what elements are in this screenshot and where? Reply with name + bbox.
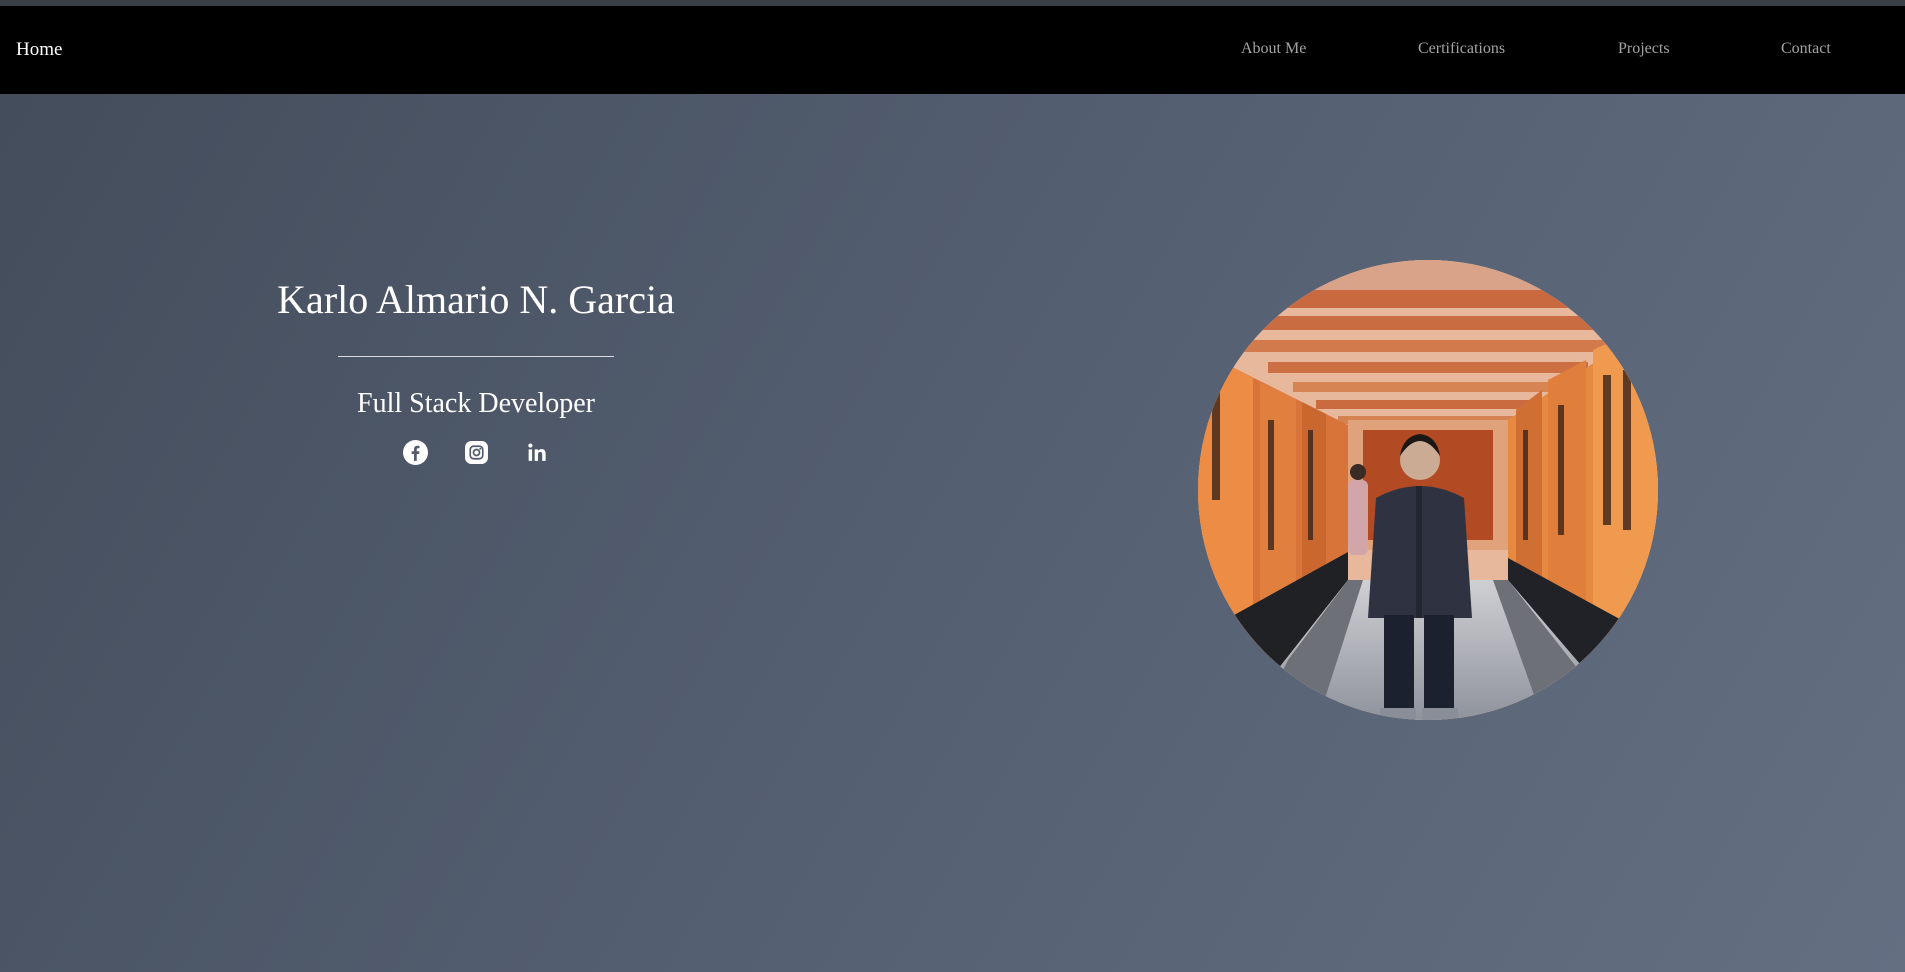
profile-photo-illustration: [1198, 260, 1658, 720]
hero-role: Full Stack Developer: [357, 388, 595, 419]
navbar: Home About Me Certifications Projects Co…: [0, 6, 1905, 94]
hero-intro: Karlo Almario N. Garcia Full Stack Devel…: [226, 270, 726, 465]
instagram-icon[interactable]: [464, 440, 489, 465]
facebook-icon[interactable]: [402, 440, 428, 465]
nav-link-certifications[interactable]: Certifications: [1418, 40, 1505, 58]
nav-link-about-me[interactable]: About Me: [1241, 40, 1306, 58]
nav-link-contact[interactable]: Contact: [1781, 40, 1831, 58]
social-links: [226, 440, 726, 465]
nav-home-link[interactable]: Home: [16, 39, 62, 61]
linkedin-icon[interactable]: [525, 440, 550, 465]
profile-photo: [1198, 260, 1658, 720]
hero-divider: [338, 356, 614, 357]
nav-link-projects[interactable]: Projects: [1618, 40, 1670, 58]
hero-name: Karlo Almario N. Garcia: [277, 277, 675, 322]
